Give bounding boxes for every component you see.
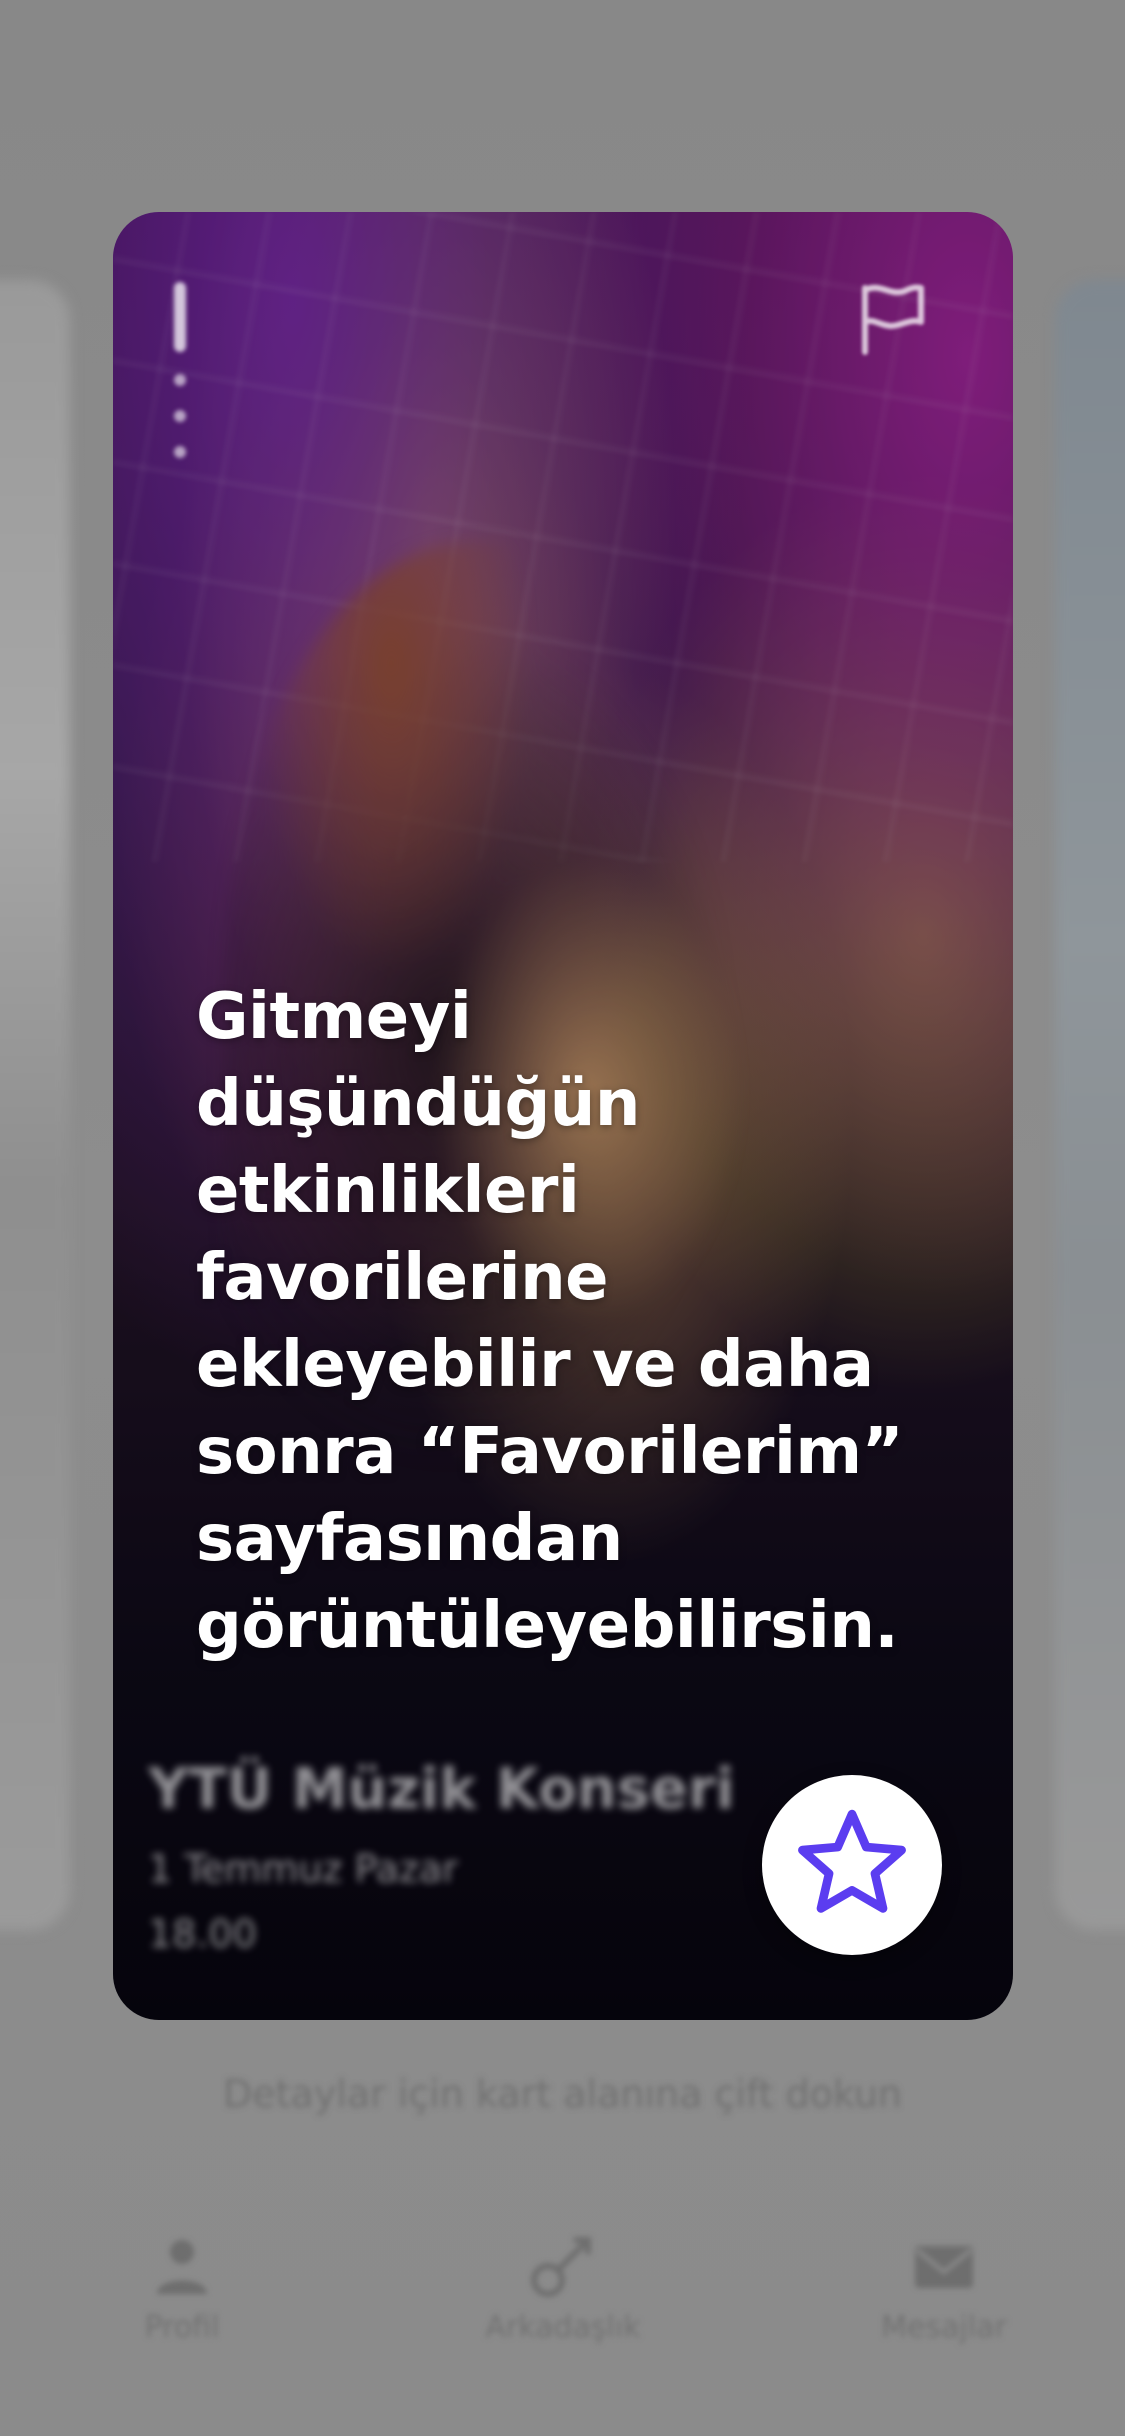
event-title: YTÜ Müzik Konseri xyxy=(148,1757,735,1822)
nav-label-messages: Mesajlar xyxy=(881,2310,1007,2345)
event-time: 18.00 xyxy=(148,1912,257,1956)
user-icon xyxy=(147,2232,217,2302)
match-icon xyxy=(528,2232,598,2302)
previous-event-card[interactable] xyxy=(0,280,70,1930)
nav-label-match: Arkadaşlık xyxy=(485,2310,641,2345)
flag-icon[interactable] xyxy=(851,278,931,358)
nav-item-match[interactable]: Arkadaşlık xyxy=(443,2220,683,2345)
card-progress-indicator xyxy=(170,282,190,477)
double-tap-hint: Detaylar için kart alanına çift dokun xyxy=(223,2072,902,2116)
nav-label-profile: Profil xyxy=(144,2310,220,2345)
nav-item-messages[interactable]: Mesajlar xyxy=(824,2220,1064,2345)
event-date: 1 Temmuz Pazar xyxy=(148,1847,458,1891)
favorite-button[interactable] xyxy=(762,1775,942,1955)
onboarding-tooltip-message: Gitmeyi düşündüğün etkinlikleri favorile… xyxy=(196,980,904,1663)
nav-item-profile[interactable]: Profil xyxy=(62,2220,302,2345)
next-event-card[interactable] xyxy=(1055,280,1125,1930)
bottom-navigation: Profil Arkadaşlık Mesajlar xyxy=(0,2220,1125,2380)
star-icon xyxy=(798,1809,906,1913)
mail-icon xyxy=(909,2232,979,2302)
onboarding-screen: YTÜ Müzik Konseri 1 Temmuz Pazar 18.00 G… xyxy=(0,0,1125,2436)
